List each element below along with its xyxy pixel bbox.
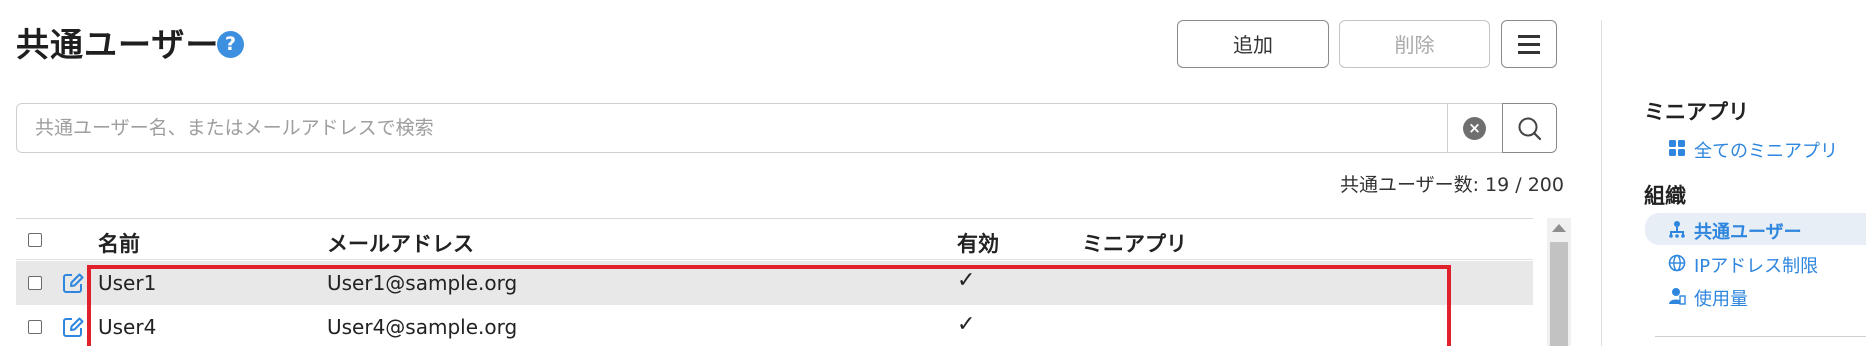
column-header-mini-apps[interactable]: ミニアプリ	[1082, 228, 1187, 258]
column-header-name[interactable]: 名前	[98, 228, 140, 258]
users-icon	[1669, 221, 1685, 238]
hamburger-menu-icon	[1502, 21, 1556, 54]
search-button[interactable]	[1502, 103, 1557, 153]
clear-icon[interactable]: ×	[1463, 117, 1486, 140]
sidebar-item-label: IPアドレス制限	[1694, 256, 1819, 277]
page-title: 共通ユーザー	[16, 25, 220, 64]
usage-icon	[1669, 288, 1686, 305]
highlight-annotation	[87, 265, 1451, 346]
column-header-email[interactable]: メールアドレス	[327, 228, 474, 258]
search-input[interactable]	[17, 104, 1447, 152]
sidebar-item-label: 共通ユーザー	[1694, 222, 1802, 243]
scrollbar-thumb[interactable]	[1550, 242, 1568, 346]
row-checkbox[interactable]	[28, 320, 42, 334]
select-all-checkbox[interactable]	[28, 233, 42, 247]
sidebar-item-label: 使用量	[1694, 289, 1748, 310]
table-top-border	[16, 218, 1533, 219]
sidebar-heading-organization: 組織	[1644, 184, 1686, 208]
grid-icon	[1669, 140, 1685, 156]
delete-button[interactable]: 削除	[1339, 20, 1490, 68]
column-header-enabled[interactable]: 有効	[957, 228, 999, 258]
globe-icon	[1668, 254, 1686, 272]
user-count: 共通ユーザー数: 19 / 200	[1340, 174, 1564, 196]
search-icon	[1518, 117, 1542, 141]
sidebar-item-label: 全てのミニアプリ	[1694, 141, 1838, 162]
scroll-up-arrow-icon[interactable]	[1552, 224, 1566, 232]
menu-button[interactable]	[1501, 20, 1557, 68]
sidebar-section-divider	[1655, 336, 1866, 337]
row-checkbox[interactable]	[28, 276, 42, 290]
edit-icon[interactable]	[62, 272, 84, 294]
help-icon[interactable]: ?	[217, 31, 244, 58]
add-button[interactable]: 追加	[1177, 20, 1329, 68]
edit-icon[interactable]	[62, 316, 84, 338]
table-header-divider	[16, 259, 1533, 260]
sidebar-heading-mini-apps: ミニアプリ	[1644, 100, 1749, 124]
sidebar-divider	[1601, 20, 1602, 346]
